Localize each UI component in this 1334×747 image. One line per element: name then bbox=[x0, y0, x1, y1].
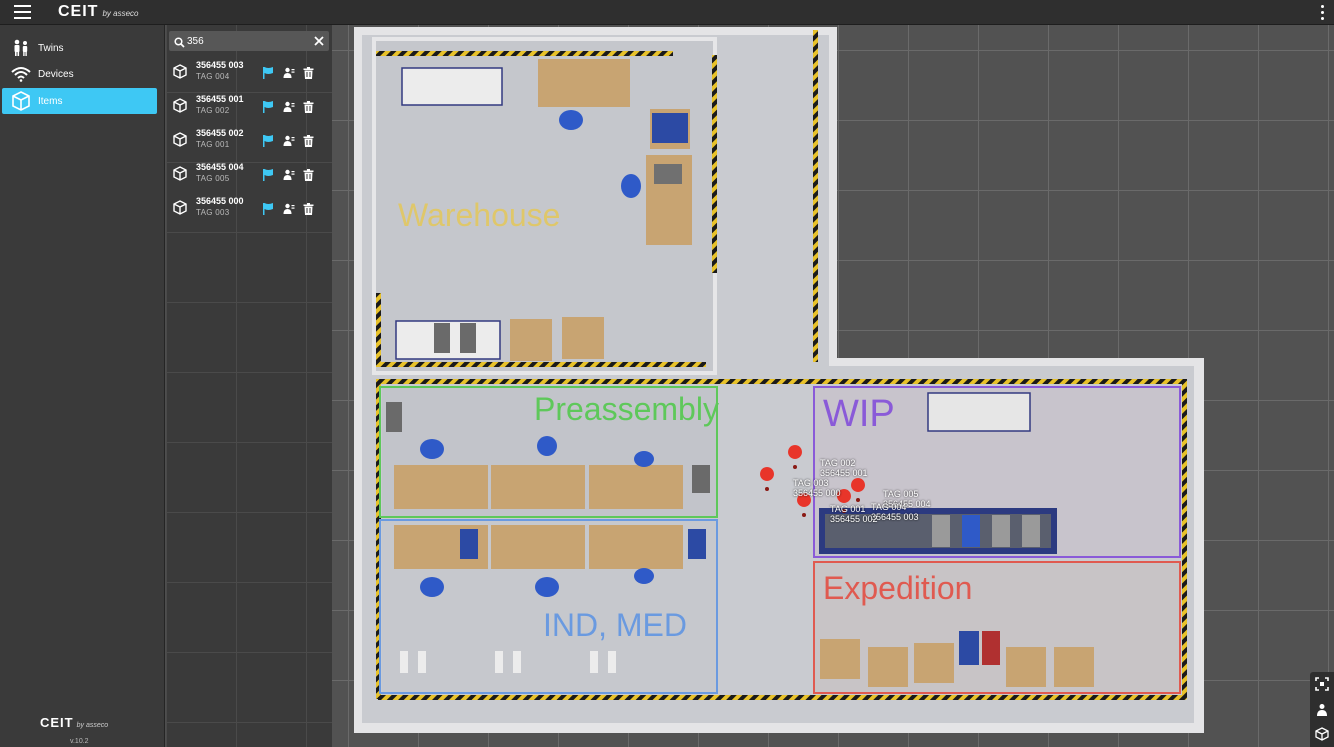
map-tag-id: 356455 002 bbox=[830, 514, 878, 524]
map-tag-label: TAG 003 356455 000 bbox=[793, 478, 841, 498]
more-options-icon[interactable] bbox=[1319, 5, 1325, 20]
item-title: 356455 003 bbox=[196, 60, 244, 70]
people-icon bbox=[10, 38, 32, 58]
nav-label-twins: Twins bbox=[38, 42, 64, 54]
assign-user-icon[interactable] bbox=[283, 134, 297, 148]
trash-icon[interactable] bbox=[303, 100, 317, 114]
item-tag: TAG 001 bbox=[196, 140, 230, 149]
cube-icon bbox=[173, 98, 187, 118]
nav-item-devices[interactable]: Devices bbox=[2, 61, 157, 87]
assign-user-icon[interactable] bbox=[283, 202, 297, 216]
wifi-icon bbox=[10, 64, 32, 84]
cube-icon bbox=[173, 64, 187, 84]
list-item[interactable]: 356455 001 TAG 002 bbox=[166, 92, 332, 122]
nav-item-twins[interactable]: Twins bbox=[2, 35, 157, 61]
map-tag-name: TAG 004 bbox=[871, 502, 907, 512]
list-item[interactable]: 356455 000 TAG 003 bbox=[166, 194, 332, 224]
flag-icon[interactable] bbox=[262, 202, 276, 216]
assign-user-icon[interactable] bbox=[283, 66, 297, 80]
top-bar: CEIT by asseco bbox=[0, 0, 1334, 25]
zone-label-warehouse: Warehouse bbox=[398, 197, 561, 233]
cube-icon bbox=[173, 132, 187, 152]
map-tag-label: TAG 004 356455 003 bbox=[871, 502, 919, 522]
zone-label-preassembly: Preassembly bbox=[534, 391, 719, 427]
fit-view-icon[interactable] bbox=[1315, 677, 1329, 691]
trash-icon[interactable] bbox=[303, 66, 317, 80]
map-tools bbox=[1310, 672, 1334, 747]
item-tag: TAG 002 bbox=[196, 106, 230, 115]
brand-sub: by asseco bbox=[102, 9, 139, 18]
nav-label-devices: Devices bbox=[38, 68, 74, 80]
search-box bbox=[169, 31, 329, 51]
list-item[interactable]: 356455 004 TAG 005 bbox=[166, 160, 332, 190]
item-title: 356455 004 bbox=[196, 162, 244, 172]
cube-icon bbox=[173, 166, 187, 186]
item-tag: TAG 005 bbox=[196, 174, 230, 183]
map-tag-id: 356455 003 bbox=[871, 512, 919, 522]
clear-search-icon[interactable] bbox=[313, 34, 325, 46]
map-tag-name: TAG 003 bbox=[793, 478, 829, 488]
map-tag-name: TAG 005 bbox=[883, 489, 919, 499]
brand-name: CEIT bbox=[58, 3, 99, 20]
list-item[interactable]: 356455 002 TAG 001 bbox=[166, 126, 332, 156]
item-tag: TAG 003 bbox=[196, 208, 230, 217]
map-tag-id: 356455 001 bbox=[820, 468, 868, 478]
trash-icon[interactable] bbox=[303, 134, 317, 148]
item-title: 356455 002 bbox=[196, 128, 244, 138]
footer-brand-sub: by asseco bbox=[76, 722, 109, 729]
map-tag-name: TAG 002 bbox=[820, 458, 856, 468]
floor-plan-map[interactable]: Warehouse Preassembly WIP Expedition IND… bbox=[332, 25, 1334, 747]
trash-icon[interactable] bbox=[303, 202, 317, 216]
item-title: 356455 000 bbox=[196, 196, 244, 206]
brand-logo: CEIT by asseco bbox=[58, 3, 138, 23]
nav-item-items[interactable]: Items bbox=[2, 88, 157, 114]
search-input[interactable] bbox=[187, 31, 307, 51]
flag-icon[interactable] bbox=[262, 168, 276, 182]
hamburger-menu-icon[interactable] bbox=[14, 5, 31, 19]
assign-user-icon[interactable] bbox=[283, 100, 297, 114]
footer-brand-logo: CEIT by asseco bbox=[40, 715, 108, 730]
items-panel: 356455 003TAG 004356455 001TAG 002356455… bbox=[166, 25, 332, 747]
item-tag: TAG 004 bbox=[196, 72, 230, 81]
map-tag-label: TAG 002 356455 001 bbox=[820, 458, 868, 478]
twins-view-icon[interactable] bbox=[1315, 703, 1329, 717]
nav-label-items: Items bbox=[38, 95, 63, 107]
floor-plan-drawing bbox=[354, 27, 1204, 733]
map-tag-label: TAG 001 356455 002 bbox=[830, 504, 878, 524]
map-tag-name: TAG 001 bbox=[830, 504, 866, 514]
item-title: 356455 001 bbox=[196, 94, 244, 104]
flag-icon[interactable] bbox=[262, 100, 276, 114]
cube-icon bbox=[173, 200, 187, 220]
left-navigation: Twins Devices Items CEIT by asseco v.10.… bbox=[0, 25, 165, 747]
zone-label-expedition: Expedition bbox=[823, 570, 973, 606]
flag-icon[interactable] bbox=[262, 66, 276, 80]
map-tag-id: 356455 000 bbox=[793, 488, 841, 498]
items-view-icon[interactable] bbox=[1315, 727, 1329, 741]
app-version: v.10.2 bbox=[70, 738, 89, 745]
trash-icon[interactable] bbox=[303, 168, 317, 182]
zone-label-wip: WIP bbox=[823, 393, 895, 435]
zone-label-ind-med: IND, MED bbox=[543, 607, 687, 643]
flag-icon[interactable] bbox=[262, 134, 276, 148]
footer-brand-name: CEIT bbox=[40, 715, 74, 730]
list-item[interactable]: 356455 003 TAG 004 bbox=[166, 58, 332, 88]
cube-icon bbox=[10, 91, 32, 111]
search-icon bbox=[174, 35, 185, 53]
assign-user-icon[interactable] bbox=[283, 168, 297, 182]
